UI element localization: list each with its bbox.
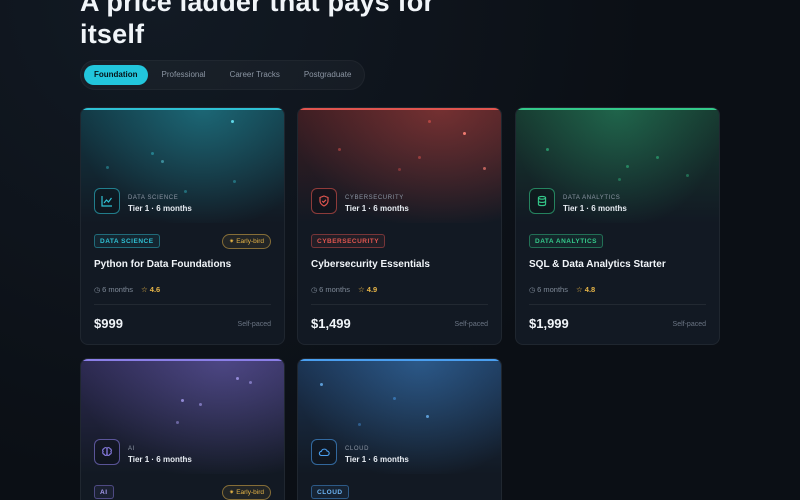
course-meta: ◷ 6 months ☆ 4.8 <box>529 285 596 294</box>
category-badge: CLOUD <box>311 485 349 499</box>
card-category: CYBERSECURITY <box>345 195 404 201</box>
star-icon: ☆ <box>575 285 583 294</box>
category-badge: DATA ANALYTICS <box>529 234 604 248</box>
tier-tabs: Foundation Professional Career Tracks Po… <box>80 60 366 90</box>
category-badge: CYBERSECURITY <box>311 234 386 248</box>
course-card-cloud[interactable]: CLOUD Tier 1 · 6 months CLOUD <box>297 358 502 500</box>
divider <box>529 304 706 305</box>
card-tier: Tier 1 · 6 months <box>345 204 409 213</box>
course-title: Python for Data Foundations <box>94 259 232 270</box>
tab-postgraduate[interactable]: Postgraduate <box>294 65 362 85</box>
course-price: $1,499 <box>311 316 351 331</box>
course-meta: ◷ 6 months ☆ 4.9 <box>311 285 378 294</box>
card-tier: Tier 1 · 6 months <box>128 455 192 464</box>
tab-career-tracks[interactable]: Career Tracks <box>220 65 290 85</box>
course-card-ai[interactable]: AI Tier 1 · 6 months AI ✷ Early-bird <box>80 358 285 500</box>
sparkle-icon: ✷ <box>229 239 235 245</box>
database-icon <box>529 188 555 214</box>
card-category: AI <box>128 446 135 452</box>
course-card-sql[interactable]: DATA ANALYTICS Tier 1 · 6 months DATA AN… <box>515 107 720 345</box>
card-tier: Tier 1 · 6 months <box>345 455 409 464</box>
tab-foundation[interactable]: Foundation <box>84 65 148 85</box>
category-badge: AI <box>94 485 114 499</box>
card-category: DATA ANALYTICS <box>563 195 621 201</box>
card-category: CLOUD <box>345 446 370 452</box>
divider <box>311 304 488 305</box>
star-icon: ☆ <box>357 285 365 294</box>
course-pace: Self-paced <box>454 321 488 328</box>
early-bird-badge: ✷ Early-bird <box>222 234 271 249</box>
brain-icon <box>94 439 120 465</box>
line-chart-icon <box>94 188 120 214</box>
course-card-python[interactable]: DATA SCIENCE Tier 1 · 6 months DATA SCIE… <box>80 107 285 345</box>
course-meta: ◷ 6 months ☆ 4.6 <box>94 285 161 294</box>
shield-icon <box>311 188 337 214</box>
course-pace: Self-paced <box>237 321 271 328</box>
tab-professional[interactable]: Professional <box>152 65 216 85</box>
card-tier: Tier 1 · 6 months <box>128 204 192 213</box>
page-headline: A price ladder that pays for itself <box>80 0 435 49</box>
course-pace: Self-paced <box>672 321 706 328</box>
clock-icon: ◷ <box>311 287 318 294</box>
card-category: DATA SCIENCE <box>128 195 179 201</box>
course-card-cybersecurity[interactable]: CYBERSECURITY Tier 1 · 6 months CYBERSEC… <box>297 107 502 345</box>
clock-icon: ◷ <box>529 287 536 294</box>
sparkle-icon: ✷ <box>229 490 235 496</box>
category-badge: DATA SCIENCE <box>94 234 160 248</box>
course-title: SQL & Data Analytics Starter <box>529 259 666 270</box>
clock-icon: ◷ <box>94 287 101 294</box>
course-price: $1,999 <box>529 316 569 331</box>
cloud-icon <box>311 439 337 465</box>
divider <box>94 304 271 305</box>
course-price: $999 <box>94 316 123 331</box>
early-bird-badge: ✷ Early-bird <box>222 485 271 500</box>
card-tier: Tier 1 · 6 months <box>563 204 627 213</box>
star-icon: ☆ <box>140 285 148 294</box>
course-title: Cybersecurity Essentials <box>311 259 430 270</box>
